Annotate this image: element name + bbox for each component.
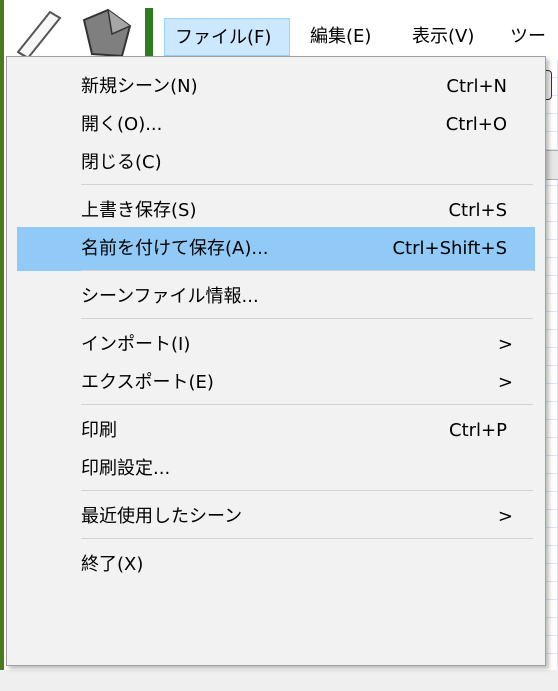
- pen-tool-icon[interactable]: [10, 4, 68, 60]
- menu-item-5-0[interactable]: 最近使用したシーン >: [17, 495, 535, 539]
- menu-item-label: 名前を付けて保存(A)...: [81, 238, 269, 259]
- menu-item-label: エクスポート(E): [81, 372, 214, 393]
- menu-item-label: 閉じる(C): [81, 152, 162, 173]
- bottom-toolbar: [0, 670, 558, 691]
- window-edge: [0, 0, 4, 691]
- submenu-chevron-icon: >: [497, 372, 513, 393]
- menubar-tools[interactable]: ツー: [500, 18, 558, 56]
- menu-separator: [81, 490, 533, 491]
- menu-separator: [81, 318, 533, 319]
- menu-item-1-1[interactable]: 名前を付けて保存(A)... Ctrl+Shift+S: [17, 227, 535, 271]
- menu-item-label: 印刷設定...: [81, 458, 171, 479]
- menubar-file[interactable]: ファイル(F): [164, 18, 290, 56]
- menu-separator: [81, 270, 533, 271]
- menu-item-6-0[interactable]: 終了(X): [17, 543, 535, 587]
- submenu-chevron-icon: >: [497, 506, 513, 527]
- menu-separator: [81, 538, 533, 539]
- menu-item-label: シーンファイル情報...: [81, 286, 259, 307]
- menu-item-3-1[interactable]: エクスポート(E) >: [17, 361, 535, 405]
- menu-item-4-1[interactable]: 印刷設定...: [17, 447, 535, 491]
- file-menu-dropdown: 新規シーン(N) Ctrl+N 開く(O)... Ctrl+O 閉じる(C) 上書き保存(…: [6, 56, 546, 666]
- menu-item-2-0[interactable]: シーンファイル情報...: [17, 275, 535, 319]
- toolbar-accent: [145, 8, 153, 60]
- menubar: ファイル(F) 編集(E) 表示(V) ツー: [0, 0, 558, 60]
- menu-item-label: 最近使用したシーン: [81, 506, 243, 527]
- brush-tool-icon[interactable]: [78, 4, 136, 60]
- menu-item-label: 終了(X): [81, 554, 144, 575]
- menu-separator: [81, 404, 533, 405]
- menu-item-shortcut: Ctrl+Shift+S: [392, 238, 507, 259]
- menu-item-0-2[interactable]: 閉じる(C): [17, 141, 535, 185]
- menubar-view[interactable]: 表示(V): [402, 18, 484, 56]
- menubar-edit[interactable]: 編集(E): [300, 18, 381, 56]
- menu-separator: [81, 184, 533, 185]
